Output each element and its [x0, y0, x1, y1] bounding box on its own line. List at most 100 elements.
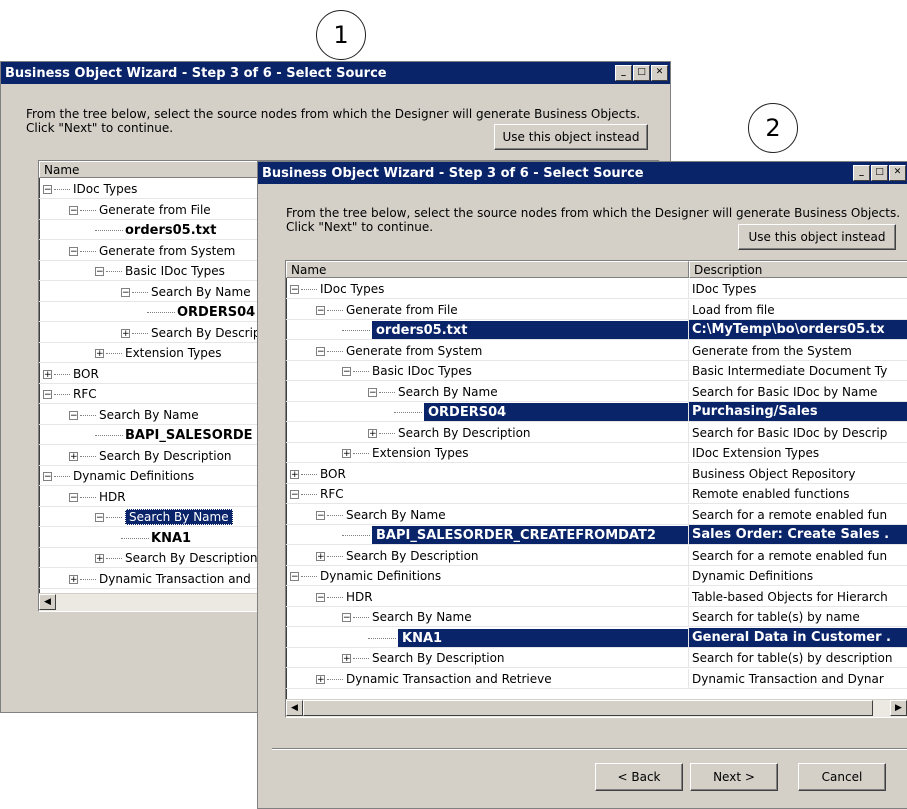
tree-node-cell: + Extension Types [286, 443, 688, 463]
tree-row[interactable]: KNA1 General Data in Customer . [286, 627, 907, 648]
tree-connector [80, 455, 96, 457]
collapse-icon[interactable]: − [43, 472, 52, 482]
tree-row[interactable]: − Search By Name Search for Basic IDoc by … [286, 381, 907, 402]
collapse-icon[interactable]: − [316, 305, 325, 315]
callout-2: 2 [748, 103, 798, 153]
tree-connector [106, 558, 122, 559]
tree-row[interactable]: − Search By Name Search for a remote enabl… [286, 504, 907, 525]
tree-row[interactable]: − Dynamic Definitions Dynamic Definitions [286, 566, 907, 586]
tree-connector [80, 578, 96, 580]
expand-icon[interactable]: + [69, 451, 78, 461]
tree-connector [327, 514, 343, 516]
collapse-icon[interactable]: − [69, 492, 78, 502]
collapse-icon[interactable]: − [290, 490, 299, 500]
tree-connector [106, 353, 122, 354]
tree-node-cell: − RFC [286, 484, 688, 504]
minimize-icon[interactable]: _ [853, 165, 870, 181]
tree-node-description: Search for a remote enabled fun [688, 504, 907, 525]
tree-row[interactable]: ORDERS04 Purchasing/Sales [286, 402, 907, 422]
expand-icon[interactable]: + [368, 428, 377, 438]
tree-node-description: Basic Intermediate Document Ty [688, 361, 907, 381]
expand-icon[interactable]: + [69, 574, 78, 584]
tree-connector [327, 350, 343, 352]
expand-icon[interactable]: + [342, 449, 351, 459]
close-icon[interactable]: ✕ [651, 65, 668, 81]
collapse-icon[interactable]: − [121, 287, 130, 297]
tree-node-label: ORDERS04 [424, 403, 688, 421]
collapse-icon[interactable]: − [43, 390, 52, 400]
tree-row[interactable]: BAPI_SALESORDER_CREATEFROMDAT2 Sales Orde… [286, 525, 907, 545]
collapse-icon[interactable]: − [69, 246, 78, 256]
expand-icon[interactable]: + [290, 469, 299, 479]
collapse-icon[interactable]: − [316, 510, 325, 520]
scroll-thumb[interactable] [303, 700, 873, 716]
tree-node-label: IDoc Types [73, 182, 138, 196]
collapse-icon[interactable]: − [290, 572, 299, 582]
scroll-left-icon[interactable]: ◀ [39, 594, 56, 610]
use-object-button-front[interactable]: Use this object instead [738, 224, 896, 250]
tree-connector [342, 330, 370, 331]
tree-node-label: IDoc Types [320, 282, 385, 296]
collapse-icon[interactable]: − [69, 410, 78, 420]
tree-row[interactable]: − Generate from File Load from file [286, 299, 907, 320]
collapse-icon[interactable]: − [368, 387, 377, 397]
collapse-icon[interactable]: − [69, 205, 78, 215]
tree-connector [342, 535, 370, 536]
tree-row[interactable]: + Search By Description Search for Basic I… [286, 422, 907, 443]
tree-node-description: Dynamic Definitions [688, 566, 907, 586]
column-header-description[interactable]: Description [689, 261, 907, 278]
back-button[interactable]: < Back [595, 763, 683, 791]
tree-node-description: IDoc Types [688, 279, 907, 299]
expand-icon[interactable]: + [121, 328, 130, 338]
tree-row[interactable]: − HDR Table-based Objects for Hierarch [286, 586, 907, 607]
tree-node-cell: − Basic IDoc Types [286, 361, 688, 381]
scroll-left-icon[interactable]: ◀ [286, 700, 303, 716]
tree-row[interactable]: orders05.txt C:\MyTemp\bo\orders05.tx [286, 320, 907, 340]
tree-row[interactable]: − IDoc Types IDoc Types [286, 279, 907, 299]
tree-node-label: KNA1 [151, 530, 192, 546]
use-object-button-back[interactable]: Use this object instead [494, 124, 648, 150]
expand-icon[interactable]: + [342, 654, 351, 664]
tree-row[interactable]: + Extension Types IDoc Extension Types [286, 443, 907, 463]
tree-connector [121, 537, 149, 539]
tree-row[interactable]: − Generate from System Generate from the S… [286, 340, 907, 361]
tree-row[interactable]: + Search By Description Search for table(s… [286, 648, 907, 668]
collapse-icon[interactable]: − [95, 267, 104, 277]
collapse-icon[interactable]: − [95, 513, 104, 523]
expand-icon[interactable]: + [316, 551, 325, 561]
tree-node-label: ORDERS04 [177, 305, 256, 320]
tree-node-description: General Data in Customer . [688, 627, 907, 648]
tree-row[interactable]: + Search By Description Search for a remot… [286, 545, 907, 566]
expand-icon[interactable]: + [95, 554, 104, 564]
horizontal-scrollbar-front[interactable]: ◀ ▶ [286, 699, 907, 717]
expand-icon[interactable]: + [43, 369, 52, 379]
cancel-button[interactable]: Cancel [798, 763, 886, 791]
tree-connector [379, 391, 395, 393]
window-title-back: Business Object Wizard - Step 3 of 6 - S… [5, 65, 387, 81]
minimize-icon[interactable]: _ [615, 65, 632, 81]
scroll-right-icon[interactable]: ▶ [890, 700, 907, 716]
tree-row[interactable]: − Search By Name Search for table(s) by na… [286, 607, 907, 627]
expand-icon[interactable]: + [316, 674, 325, 684]
tree-connector [301, 576, 317, 577]
collapse-icon[interactable]: − [43, 185, 52, 195]
tree-row[interactable]: + Dynamic Transaction and Retrieve Dynamic… [286, 668, 907, 689]
collapse-icon[interactable]: − [316, 346, 325, 356]
tree-node-description: Remote enabled functions [688, 484, 907, 504]
collapse-icon[interactable]: − [316, 592, 325, 602]
next-button[interactable]: Next > [690, 763, 778, 791]
tree-node-cell: + BOR [286, 464, 688, 484]
collapse-icon[interactable]: − [342, 367, 351, 377]
expand-icon[interactable]: + [95, 349, 104, 359]
collapse-icon[interactable]: − [342, 613, 351, 623]
maximize-icon[interactable]: □ [871, 165, 888, 181]
collapse-icon[interactable]: − [290, 285, 299, 295]
tree-view-front[interactable]: Name Description − IDoc Types IDoc Types − G… [285, 260, 907, 718]
tree-row[interactable]: − Basic IDoc Types Basic Intermediate Docu… [286, 361, 907, 381]
tree-row[interactable]: − RFC Remote enabled functions [286, 484, 907, 504]
close-icon[interactable]: ✕ [889, 165, 906, 181]
tree-row[interactable]: + BOR Business Object Repository [286, 463, 907, 484]
tree-node-cell: orders05.txt [286, 320, 688, 340]
column-header-name[interactable]: Name [286, 261, 689, 278]
maximize-icon[interactable]: □ [633, 65, 650, 81]
